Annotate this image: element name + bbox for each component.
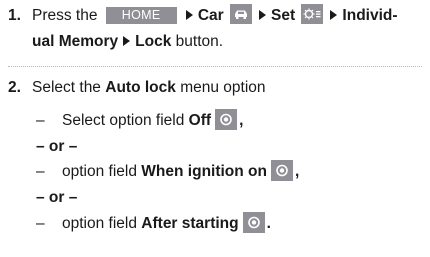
option-off-prefix: Select option field <box>62 112 185 129</box>
ual-memory-label: ual Memory <box>32 33 119 50</box>
select-text: Select the <box>32 79 101 96</box>
bullet-dash: – <box>36 163 45 180</box>
radio-selected-icon <box>215 109 238 130</box>
menu-option-text: menu option <box>180 79 266 96</box>
option-when-ignition-on: – option field When ignition on , <box>36 160 299 184</box>
button-text: button. <box>175 33 224 50</box>
option-ignition-value: When ignition on <box>141 163 267 180</box>
step-2-number: 2. <box>8 79 21 96</box>
option-ignition-prefix: option field <box>62 163 137 180</box>
bullet-dash: – <box>36 215 45 232</box>
step-1-number: 1. <box>8 7 21 24</box>
option-off-suffix: , <box>239 112 244 129</box>
option-starting-prefix: option field <box>62 215 137 232</box>
option-ignition-suffix: , <box>295 163 300 180</box>
auto-lock-label: Auto lock <box>105 79 176 96</box>
option-after-starting: – option field After starting . <box>36 212 271 236</box>
arrow-icon <box>123 36 131 46</box>
arrow-icon <box>185 10 193 20</box>
option-starting-suffix: . <box>266 215 271 232</box>
bullet-dash: – <box>36 112 45 129</box>
step-2-line: Select the Auto lock menu option <box>32 75 266 101</box>
or-separator: – or – <box>36 189 78 206</box>
lock-label: Lock <box>135 33 172 50</box>
press-text: Press the <box>32 7 98 24</box>
step-1-line-1: Press the HOME Car Set Individ- <box>32 3 398 29</box>
step-2: 2. Select the Auto lock menu option <box>8 75 428 101</box>
option-off: – Select option field Off , <box>36 109 243 133</box>
radio-selected-icon <box>271 160 293 181</box>
home-key-icon: HOME <box>105 7 177 24</box>
step-1: 1. Press the HOME Car Set Individ- ual M… <box>8 3 428 57</box>
or-separator: – or – <box>36 138 78 155</box>
settings-icon <box>301 4 324 24</box>
arrow-icon <box>330 10 338 20</box>
set-label: Set <box>270 7 296 24</box>
instruction-page: 1. Press the HOME Car Set Individ- ual M… <box>0 0 430 257</box>
step-1-line-2: ual Memory Lock button. <box>32 29 223 55</box>
individ-label: Individ- <box>342 7 398 24</box>
arrow-icon <box>258 10 266 20</box>
option-off-value: Off <box>188 112 212 129</box>
radio-selected-icon <box>242 212 265 233</box>
car-icon <box>229 4 252 24</box>
option-starting-value: After starting <box>141 215 239 232</box>
car-label: Car <box>197 7 224 24</box>
divider <box>8 66 422 67</box>
